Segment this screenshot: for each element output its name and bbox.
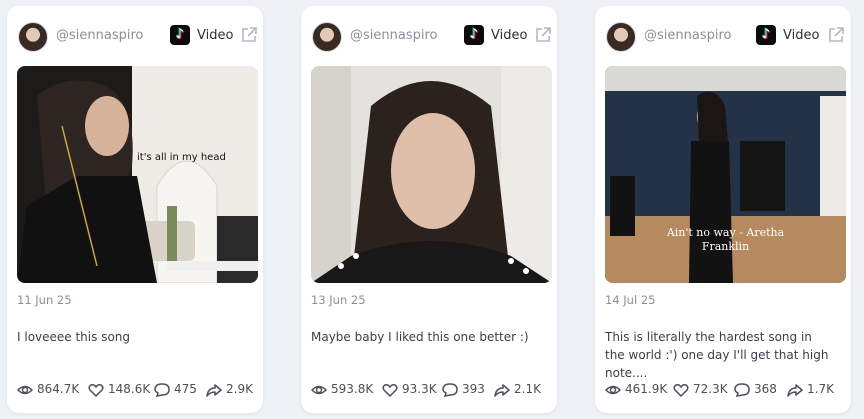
- likes-count: 93.3K: [402, 382, 437, 396]
- heart-icon: [382, 384, 398, 398]
- eye-icon: [17, 385, 33, 395]
- heart-icon: [88, 384, 104, 398]
- platform-label: Video: [491, 28, 528, 43]
- avatar[interactable]: [606, 22, 636, 52]
- platform-label: Video: [783, 28, 820, 43]
- share-icon: [494, 384, 510, 397]
- post-caption: Maybe baby I liked this one better :): [311, 330, 529, 344]
- card-header: @siennaspiro ♪ Video: [595, 20, 851, 62]
- eye-icon: [311, 385, 327, 395]
- comment-icon: [154, 383, 170, 397]
- video-card[interactable]: @siennaspiro ♪ Video Ain't no way - Aret…: [595, 6, 851, 413]
- shares-count: 2.9K: [226, 382, 253, 396]
- post-date: 14 Jul 25: [605, 293, 656, 307]
- share-icon: [206, 384, 222, 397]
- avatar[interactable]: [18, 22, 48, 52]
- external-link-icon[interactable]: [534, 26, 552, 44]
- likes-count: 72.3K: [693, 382, 728, 396]
- video-thumbnail[interactable]: [311, 66, 552, 283]
- likes-count: 148.6K: [108, 382, 151, 396]
- engagement-stats: 461.9K 72.3K 368 1.7K: [605, 381, 845, 399]
- post-caption: This is literally the hardest song in th…: [605, 330, 829, 380]
- views-count: 461.9K: [625, 382, 668, 396]
- views-count: 593.8K: [331, 382, 374, 396]
- video-thumbnail[interactable]: it's all in my head: [17, 66, 258, 283]
- engagement-stats: 864.7K 148.6K 475 2.9K: [17, 381, 257, 399]
- video-overlay-text: Ain't no way - Aretha Franklin: [666, 226, 785, 253]
- views-count: 864.7K: [37, 382, 80, 396]
- eye-icon: [605, 385, 621, 395]
- post-caption: I loveeee this song: [17, 330, 131, 344]
- shares-count: 2.1K: [514, 382, 541, 396]
- platform-label: Video: [197, 28, 234, 43]
- video-card[interactable]: @siennaspiro ♪ Video it's all in my head…: [7, 6, 263, 413]
- comments-count: 368: [754, 382, 777, 396]
- shares-count: 1.7K: [807, 382, 834, 396]
- card-header: @siennaspiro ♪ Video: [301, 20, 557, 62]
- author-handle[interactable]: @siennaspiro: [350, 28, 437, 43]
- thumbnail-image: [17, 66, 258, 283]
- author-handle[interactable]: @siennaspiro: [644, 28, 731, 43]
- card-header: @siennaspiro ♪ Video: [7, 20, 263, 62]
- video-overlay-text: it's all in my head: [137, 152, 226, 163]
- comment-icon: [734, 383, 750, 397]
- tiktok-icon: ♪: [756, 25, 776, 45]
- post-date: 13 Jun 25: [311, 293, 366, 307]
- tiktok-icon: ♪: [170, 25, 190, 45]
- author-handle[interactable]: @siennaspiro: [56, 28, 143, 43]
- comments-count: 393: [462, 382, 485, 396]
- engagement-stats: 593.8K 93.3K 393 2.1K: [311, 381, 551, 399]
- thumbnail-image: [311, 66, 552, 283]
- video-thumbnail[interactable]: Ain't no way - Aretha Franklin: [605, 66, 846, 283]
- heart-icon: [673, 384, 689, 398]
- post-date: 11 Jun 25: [17, 293, 72, 307]
- avatar[interactable]: [312, 22, 342, 52]
- external-link-icon[interactable]: [240, 26, 258, 44]
- external-link-icon[interactable]: [827, 26, 845, 44]
- comments-count: 475: [174, 382, 197, 396]
- video-card[interactable]: @siennaspiro ♪ Video 13 Jun 25 Maybe bab…: [301, 6, 557, 413]
- tiktok-icon: ♪: [464, 25, 484, 45]
- comment-icon: [442, 383, 458, 397]
- share-icon: [787, 384, 803, 397]
